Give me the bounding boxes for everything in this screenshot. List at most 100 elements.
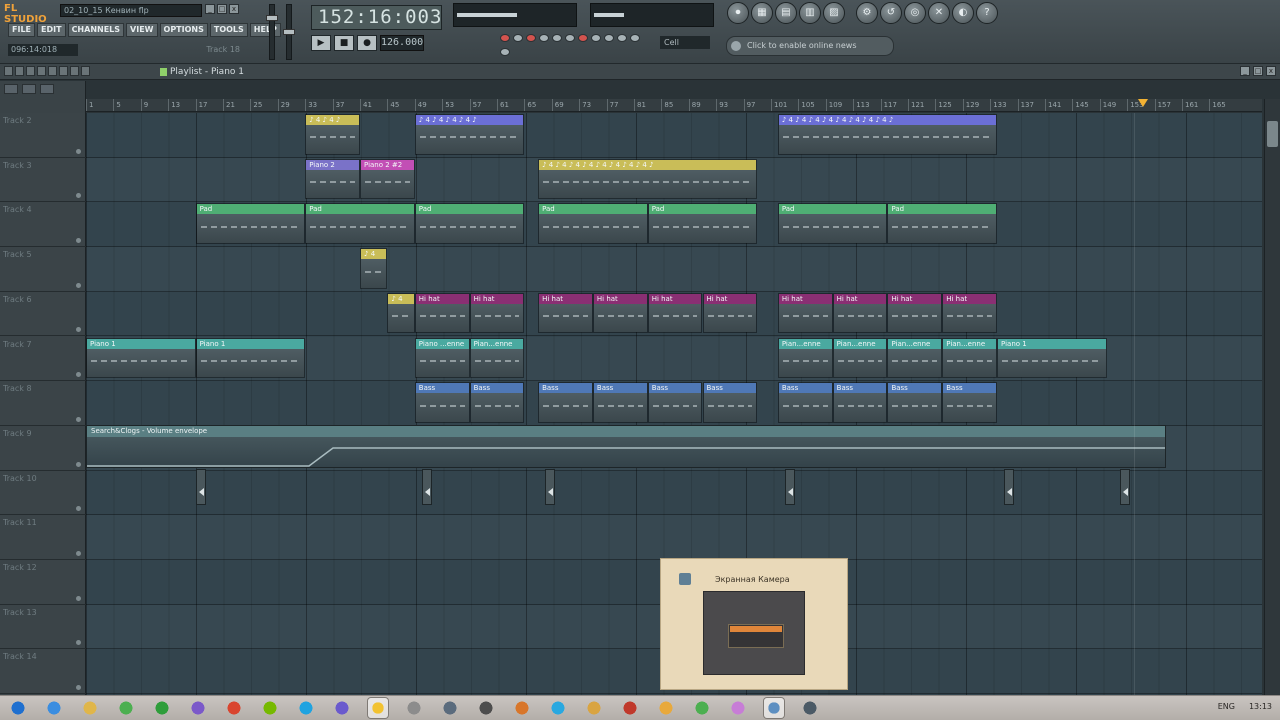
skype-icon[interactable] <box>296 698 316 718</box>
undo-button-icon[interactable]: ↺ <box>880 2 902 24</box>
piano-roll-button-icon[interactable]: ▦ <box>751 2 773 24</box>
menu-channels[interactable]: CHANNELS <box>67 23 125 37</box>
track-header[interactable]: Track 7 <box>0 337 86 382</box>
master-pitch-thumb[interactable] <box>283 29 295 35</box>
explorer-icon[interactable] <box>80 698 100 718</box>
tool-play-icon[interactable] <box>81 66 90 76</box>
pattern-clip[interactable]: ♪ 4 ♪ 4 ♪ 4 ♪ 4 ♪ <box>414 114 525 155</box>
maximize-button[interactable]: □ <box>217 4 227 14</box>
folder-icon[interactable] <box>656 698 676 718</box>
pattern-clip[interactable]: ♪ 4 ♪ 4 ♪ 4 ♪ 4 ♪ 4 ♪ 4 ♪ 4 ♪ 4 ♪ <box>538 158 758 200</box>
track-header[interactable]: Track 8 <box>0 381 86 426</box>
pattern-clip[interactable]: Piano 2 #2 <box>360 158 415 200</box>
master-volume-slider[interactable] <box>266 4 278 60</box>
pattern-clip[interactable]: Pad <box>414 203 525 245</box>
option-toggle-icon[interactable] <box>604 34 614 42</box>
ie-icon[interactable] <box>44 698 64 718</box>
playlist-maximize-button[interactable]: □ <box>1253 66 1263 76</box>
option-toggle-icon[interactable] <box>552 34 562 42</box>
option-toggle-icon[interactable] <box>630 34 640 42</box>
skype2-icon[interactable] <box>548 698 568 718</box>
option-toggle-icon[interactable] <box>591 34 601 42</box>
option-toggle-icon[interactable] <box>500 47 510 56</box>
start-icon[interactable] <box>8 698 28 718</box>
chrome2-icon[interactable] <box>692 698 712 718</box>
marker-clip[interactable] <box>1120 469 1131 505</box>
option-toggle-icon[interactable] <box>565 34 575 42</box>
tool-select-icon[interactable] <box>59 66 68 76</box>
record-toggle-icon[interactable] <box>578 34 588 42</box>
pattern-clip[interactable]: Pad <box>887 203 998 245</box>
pattern-clip[interactable]: ♪ 4 ♪ 4 ♪ <box>305 114 360 155</box>
play-button[interactable]: ▶ <box>311 35 331 51</box>
tool-zoom-icon[interactable] <box>70 66 79 76</box>
pattern-clip[interactable]: Pad <box>538 203 648 245</box>
track-led-icon[interactable] <box>76 640 81 646</box>
pattern-clip[interactable]: Pian...enne <box>832 337 888 379</box>
channel-rack-button-icon[interactable]: ▤ <box>775 2 797 24</box>
pattern-clip[interactable]: Bass <box>592 382 648 423</box>
pattern-clip[interactable]: Piano 2 <box>305 158 360 200</box>
printer-icon[interactable] <box>440 698 460 718</box>
menu-options[interactable]: OPTIONS <box>159 23 208 37</box>
track-header[interactable]: Track 12 <box>0 560 86 605</box>
track-header[interactable]: Track 9 <box>0 426 86 471</box>
menu-tools[interactable]: TOOLS <box>209 23 248 37</box>
track-led-icon[interactable] <box>76 238 81 244</box>
tool-mute-icon[interactable] <box>37 66 46 76</box>
master-pitch-slider[interactable] <box>283 4 295 60</box>
screen-camera-popup[interactable]: Экранная Камера <box>660 558 848 690</box>
online-news-bar[interactable]: Click to enable online news <box>726 36 894 56</box>
track-header[interactable]: Track 3 <box>0 158 86 203</box>
tempo-button-icon[interactable]: ◐ <box>952 2 974 24</box>
view-toggle[interactable] <box>40 84 54 94</box>
pattern-clip[interactable]: ♪ 4 <box>387 292 415 334</box>
media-icon[interactable] <box>224 698 244 718</box>
track-led-icon[interactable] <box>76 685 81 691</box>
pattern-clip[interactable]: Pian...enne <box>777 337 833 379</box>
tool-draw-icon[interactable] <box>4 66 13 76</box>
playlist-button-icon[interactable]: ⏺ <box>727 2 749 24</box>
timeline-ruler[interactable]: 165 161 157 153 149 145 141 137 133 129 125 121 117 1… <box>86 99 1262 112</box>
pattern-clip[interactable]: ♪ 4 <box>360 248 388 289</box>
marker-clip[interactable] <box>1003 469 1014 505</box>
monitor-icon[interactable] <box>800 698 820 718</box>
tool-paint-icon[interactable] <box>15 66 24 76</box>
pattern-clip[interactable]: Hi hat <box>469 292 525 334</box>
chrome-icon[interactable] <box>116 698 136 718</box>
pattern-clip[interactable]: Bass <box>647 382 703 423</box>
utorrent-icon[interactable] <box>152 698 172 718</box>
tempo-display[interactable]: 126.000 <box>380 35 424 51</box>
pattern-clip[interactable]: Hi hat <box>647 292 703 334</box>
pattern-clip[interactable]: Hi hat <box>832 292 888 334</box>
track-header[interactable]: Track 10 <box>0 471 86 516</box>
track-lane[interactable] <box>86 113 1262 158</box>
pattern-clip[interactable]: Hi hat <box>702 292 758 334</box>
option-toggle-icon[interactable] <box>513 34 523 42</box>
app-d-icon[interactable] <box>332 698 352 718</box>
minimize-button[interactable]: _ <box>205 4 215 14</box>
help-button-icon[interactable]: ? <box>976 2 998 24</box>
tool2-icon[interactable] <box>512 698 532 718</box>
playlist-minimize-button[interactable]: _ <box>1240 66 1250 76</box>
tool-icon[interactable] <box>404 698 424 718</box>
settings-icon[interactable] <box>584 698 604 718</box>
marker-clip[interactable] <box>421 469 432 505</box>
track-led-icon[interactable] <box>76 461 81 467</box>
pattern-clip[interactable]: Hi hat <box>777 292 833 334</box>
clock[interactable]: 13:13 <box>1249 702 1272 711</box>
tool-slice-icon[interactable] <box>48 66 57 76</box>
pattern-clip[interactable]: Pian...enne <box>469 337 525 379</box>
record-toggle-icon[interactable] <box>500 34 510 42</box>
pattern-clip[interactable]: Hi hat <box>538 292 593 334</box>
android-icon[interactable] <box>260 698 280 718</box>
pattern-clip[interactable]: Pad <box>195 203 306 245</box>
viber-icon[interactable] <box>188 698 208 718</box>
automation-clip[interactable]: Search&Clogs - Volume envelope <box>86 425 1166 468</box>
pattern-clip[interactable]: Pad <box>647 203 758 245</box>
language-indicator[interactable]: ENG <box>1218 702 1235 711</box>
song-marker-icon[interactable] <box>1138 99 1148 107</box>
marker-clip[interactable] <box>784 469 795 505</box>
pattern-clip[interactable]: Piano 1 <box>195 337 306 379</box>
close-button[interactable]: x <box>229 4 239 14</box>
